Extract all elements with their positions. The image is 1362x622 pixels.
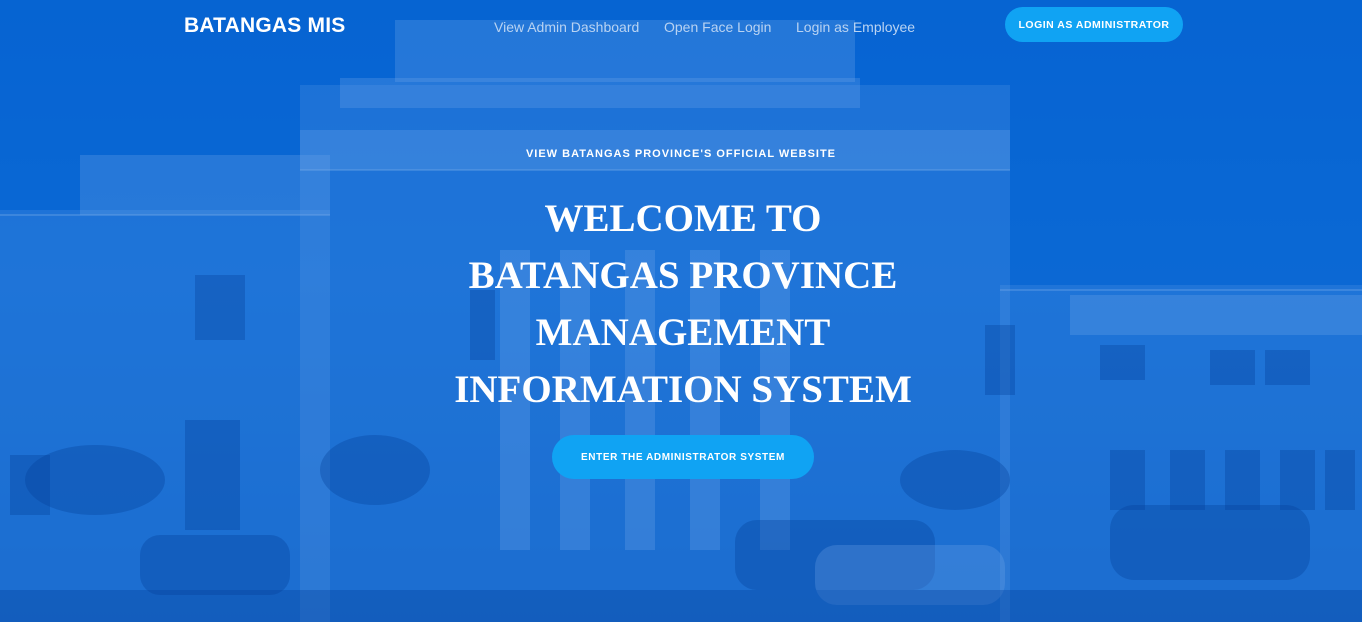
top-navbar: BATANGAS MIS View Admin Dashboard Open F…	[0, 0, 1362, 50]
brand-logo-text[interactable]: BATANGAS MIS	[184, 14, 345, 38]
nav-link-face-login[interactable]: Open Face Login	[664, 19, 771, 35]
headline-line-2: BATANGAS PROVINCE	[468, 254, 898, 297]
login-as-administrator-button[interactable]: LOGIN AS ADMINISTRATOR	[1005, 7, 1183, 42]
headline-line-1: WELCOME TO	[544, 197, 822, 240]
enter-administrator-system-button[interactable]: ENTER THE ADMINISTRATOR SYSTEM	[552, 435, 814, 479]
nav-link-admin-dashboard[interactable]: View Admin Dashboard	[494, 19, 639, 35]
nav-link-employee-login[interactable]: Login as Employee	[796, 19, 915, 35]
headline-line-3: MANAGEMENT	[535, 311, 831, 354]
welcome-headline: WELCOME TO BATANGAS PROVINCE MANAGEMENT …	[0, 190, 1362, 418]
official-website-link[interactable]: VIEW BATANGAS PROVINCE'S OFFICIAL WEBSIT…	[0, 148, 1362, 160]
headline-line-4: INFORMATION SYSTEM	[454, 368, 912, 411]
